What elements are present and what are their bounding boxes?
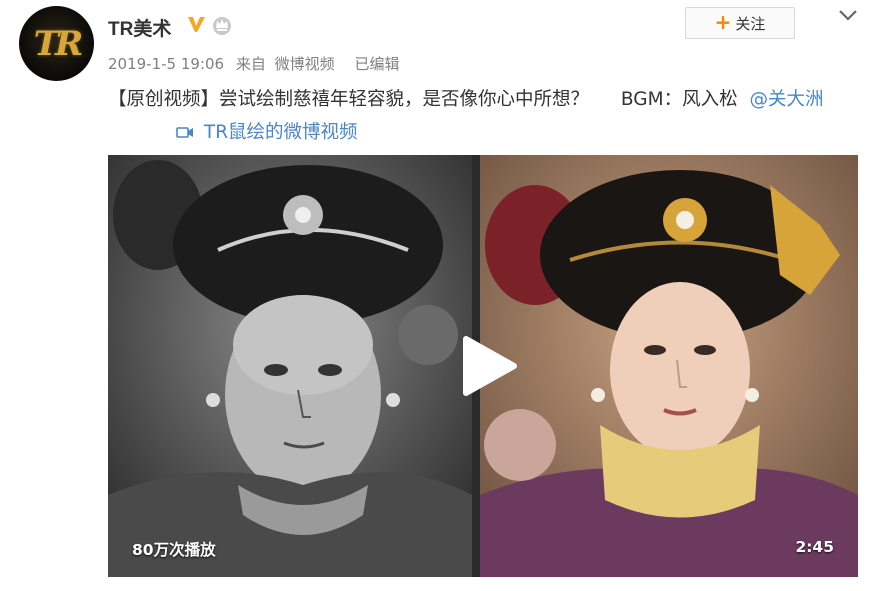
video-player[interactable]: 80万次播放 2:45 [108, 155, 858, 577]
chevron-down-icon[interactable] [838, 8, 858, 22]
post-time[interactable]: 2019-1-5 19:06 [108, 55, 224, 73]
play-icon[interactable] [458, 333, 520, 399]
edited-label[interactable]: 已编辑 [354, 55, 399, 73]
portrait-color-image [480, 155, 858, 577]
plus-icon: + [714, 10, 732, 34]
video-frame-left [108, 155, 472, 577]
follow-label: 关注 [735, 14, 766, 33]
avatar[interactable]: TR [19, 6, 94, 81]
video-frame-right [480, 155, 858, 577]
post-meta: 2019-1-5 19:06 来自 微博视频 已编辑 [108, 53, 406, 74]
avatar-logo-text: TR [33, 23, 84, 64]
source-prefix: 来自 [235, 55, 266, 73]
view-count: 80万次播放 [132, 541, 216, 559]
post-text: 【原创视频】尝试绘制慈禧年轻容貌，是否像你心中所想？ [108, 89, 590, 110]
portrait-bw-image [108, 155, 472, 577]
video-camera-icon [176, 127, 193, 138]
source-link[interactable]: 微博视频 [275, 55, 335, 73]
mention-link[interactable]: @关大洲 [749, 89, 823, 110]
member-crown-icon[interactable] [211, 14, 233, 36]
video-source-link[interactable]: TR鼠绘的微博视频 [204, 122, 358, 143]
bgm-text: BGM：风入松 [620, 89, 738, 110]
video-duration: 2:45 [795, 538, 834, 556]
verified-v-icon[interactable] [186, 14, 206, 34]
author-name[interactable]: TR美术 [108, 14, 171, 41]
post-body: 【原创视频】尝试绘制慈禧年轻容貌，是否像你心中所想？ BGM：风入松 @关大洲 … [108, 83, 868, 149]
follow-button[interactable]: + 关注 [685, 7, 795, 39]
